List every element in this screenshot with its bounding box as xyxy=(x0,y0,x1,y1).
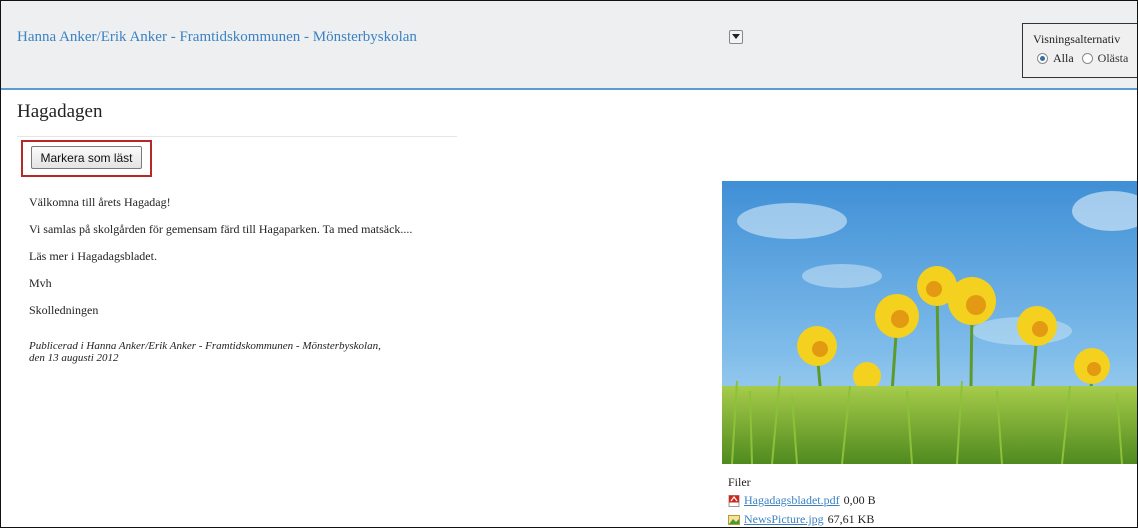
image-icon xyxy=(728,514,740,525)
title-divider xyxy=(17,136,457,137)
file-item: NewsPicture.jpg 67,61 KB xyxy=(728,512,874,527)
context-header: Hanna Anker/Erik Anker - Framtidskommune… xyxy=(1,1,1137,90)
chevron-down-icon xyxy=(732,34,740,39)
article-paragraph: Vi samlas på skolgården för gemensam fär… xyxy=(29,222,413,236)
view-options-label: Visningsalternativ xyxy=(1033,32,1121,46)
files-heading: Filer xyxy=(728,475,751,489)
view-options-panel: Visningsalternativ Alla Olästa xyxy=(1022,23,1137,78)
published-line-1: Publicerad i Hanna Anker/Erik Anker - Fr… xyxy=(29,340,381,352)
file-size: 67,61 KB xyxy=(827,512,875,526)
file-item: Hagadagsbladet.pdf 0,00 B xyxy=(728,493,876,508)
radio-all-label[interactable]: Alla xyxy=(1053,51,1074,66)
context-title-link[interactable]: Hanna Anker/Erik Anker - Framtidskommune… xyxy=(17,29,417,46)
file-link-image[interactable]: NewsPicture.jpg xyxy=(744,512,824,527)
file-link-pdf[interactable]: Hagadagsbladet.pdf xyxy=(744,493,840,508)
app-window: Hanna Anker/Erik Anker - Framtidskommune… xyxy=(0,0,1138,528)
file-size: 0,00 B xyxy=(843,493,876,507)
page-title: Hagadagen xyxy=(17,101,103,122)
radio-unread-label[interactable]: Olästa xyxy=(1098,51,1129,66)
news-picture xyxy=(722,181,1137,464)
radio-all[interactable] xyxy=(1037,53,1048,64)
article-paragraph: Skolledningen xyxy=(29,303,99,317)
published-info: Publicerad i Hanna Anker/Erik Anker - Fr… xyxy=(29,340,381,364)
article-paragraph: Välkomna till årets Hagadag! xyxy=(29,195,171,209)
view-options-radios: Alla Olästa xyxy=(1033,51,1137,66)
published-line-2: den 13 augusti 2012 xyxy=(29,352,119,364)
article-paragraph: Mvh xyxy=(29,276,52,290)
article-paragraph: Läs mer i Hagadagsbladet. xyxy=(29,249,157,263)
radio-unread[interactable] xyxy=(1081,53,1093,64)
mark-as-read-button[interactable]: Markera som läst xyxy=(31,146,142,169)
pdf-icon xyxy=(728,494,740,507)
context-dropdown-button[interactable] xyxy=(729,30,743,44)
